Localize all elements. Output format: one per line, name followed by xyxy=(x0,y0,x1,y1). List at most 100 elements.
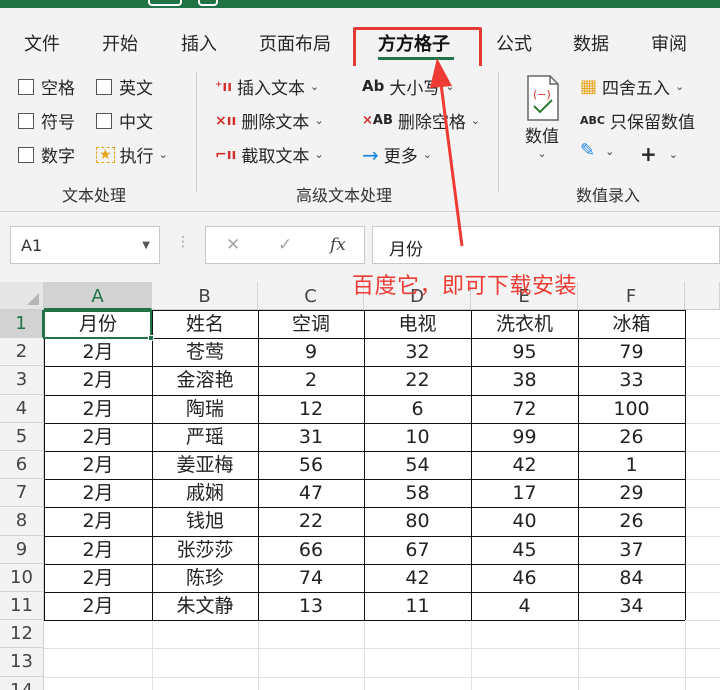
tab-data[interactable]: 数据 xyxy=(573,30,609,56)
add-button[interactable]: + ⌄ xyxy=(640,142,678,166)
row-header-5[interactable]: 5 xyxy=(0,422,44,451)
table-cell[interactable]: 66 xyxy=(258,536,364,564)
table-cell[interactable]: 26 xyxy=(578,423,685,451)
more-button[interactable]: → 更多 ⌄ xyxy=(362,142,432,168)
header-cell[interactable]: 冰箱 xyxy=(578,310,685,338)
table-cell[interactable]: 31 xyxy=(258,423,364,451)
keep-numbers-button[interactable]: ABC 只保留数值 xyxy=(580,108,695,133)
table-cell[interactable]: 2月 xyxy=(44,366,152,394)
table-cell[interactable]: 42 xyxy=(364,564,471,592)
table-cell[interactable]: 陈珍 xyxy=(152,564,258,592)
row-header-14[interactable]: 14 xyxy=(0,676,44,690)
cancel-icon[interactable]: ✕ xyxy=(226,235,240,255)
table-cell[interactable]: 9 xyxy=(258,338,364,366)
table-cell[interactable]: 12 xyxy=(258,395,364,423)
table-cell[interactable]: 1 xyxy=(578,451,685,479)
table-cell[interactable]: 56 xyxy=(258,451,364,479)
row-header-2[interactable]: 2 xyxy=(0,338,44,367)
delete-space-button[interactable]: ×AB 删除空格 ⌄ xyxy=(362,108,480,133)
table-cell[interactable]: 2 xyxy=(258,366,364,394)
table-cell[interactable]: 22 xyxy=(258,507,364,535)
table-cell[interactable]: 2月 xyxy=(44,451,152,479)
row-header-7[interactable]: 7 xyxy=(0,479,44,508)
row-header-12[interactable]: 12 xyxy=(0,620,44,649)
formula-input[interactable]: 月份 xyxy=(372,226,720,264)
checkbox-number[interactable]: 数字 xyxy=(18,142,75,167)
table-cell[interactable]: 80 xyxy=(364,507,471,535)
row-header-6[interactable]: 6 xyxy=(0,451,44,480)
table-cell[interactable]: 姜亚梅 xyxy=(152,451,258,479)
table-cell[interactable]: 戚娴 xyxy=(152,479,258,507)
header-cell[interactable]: 空调 xyxy=(258,310,364,338)
table-cell[interactable]: 4 xyxy=(471,592,578,620)
table-cell[interactable]: 58 xyxy=(364,479,471,507)
table-cell[interactable]: 2月 xyxy=(44,338,152,366)
row-header-10[interactable]: 10 xyxy=(0,563,44,592)
table-cell[interactable]: 严瑶 xyxy=(152,423,258,451)
tab-insert[interactable]: 插入 xyxy=(181,30,217,56)
round-button[interactable]: ▦ 四舍五入 ⌄ xyxy=(580,74,684,99)
fill-handle[interactable] xyxy=(148,335,154,341)
table-cell[interactable]: 2月 xyxy=(44,592,152,620)
delete-text-button[interactable]: ×ıı 删除文本 ⌄ xyxy=(215,108,324,133)
table-cell[interactable]: 84 xyxy=(578,564,685,592)
table-cell[interactable]: 2月 xyxy=(44,507,152,535)
save-icon[interactable] xyxy=(198,0,218,6)
name-box[interactable]: A1 ▼ xyxy=(10,226,160,264)
table-cell[interactable]: 100 xyxy=(578,395,685,423)
select-all-corner[interactable] xyxy=(0,282,44,310)
row-header-13[interactable]: 13 xyxy=(0,648,44,677)
table-cell[interactable]: 6 xyxy=(364,395,471,423)
table-cell[interactable]: 42 xyxy=(471,451,578,479)
case-button[interactable]: Ab 大小写 ⌄ xyxy=(362,74,455,100)
tab-review[interactable]: 审阅 xyxy=(651,30,687,56)
row-header-3[interactable]: 3 xyxy=(0,366,44,395)
number-button[interactable]: (−) 数值 ⌄ xyxy=(522,74,562,160)
checkbox-english[interactable]: 英文 xyxy=(96,74,153,99)
checkbox-symbol[interactable]: 符号 xyxy=(18,108,75,133)
row-header-1[interactable]: 1 xyxy=(0,310,44,339)
tab-home[interactable]: 开始 xyxy=(102,30,138,56)
column-header-empty[interactable] xyxy=(685,282,720,310)
table-cell[interactable]: 26 xyxy=(578,507,685,535)
fill-button[interactable]: ✎ ⌄ xyxy=(580,142,614,160)
table-cell[interactable]: 2月 xyxy=(44,423,152,451)
table-cell[interactable]: 95 xyxy=(471,338,578,366)
header-cell[interactable]: 电视 xyxy=(364,310,471,338)
chevron-down-icon[interactable]: ▼ xyxy=(142,240,150,251)
table-cell[interactable]: 40 xyxy=(471,507,578,535)
table-cell[interactable]: 33 xyxy=(578,366,685,394)
table-cell[interactable]: 13 xyxy=(258,592,364,620)
table-cell[interactable]: 22 xyxy=(364,366,471,394)
column-header-f[interactable]: F xyxy=(578,282,685,310)
table-cell[interactable]: 2月 xyxy=(44,564,152,592)
insert-text-button[interactable]: ⁺ıı 插入文本 ⌄ xyxy=(215,74,319,99)
table-cell[interactable]: 2月 xyxy=(44,395,152,423)
table-cell[interactable]: 74 xyxy=(258,564,364,592)
table-cell[interactable]: 10 xyxy=(364,423,471,451)
table-cell[interactable]: 34 xyxy=(578,592,685,620)
header-cell[interactable]: 姓名 xyxy=(152,310,258,338)
extract-text-button[interactable]: ⌐ıı 截取文本 ⌄ xyxy=(215,142,324,167)
table-cell[interactable]: 朱文静 xyxy=(152,592,258,620)
table-cell[interactable]: 46 xyxy=(471,564,578,592)
table-cell[interactable]: 17 xyxy=(471,479,578,507)
checkbox-chinese[interactable]: 中文 xyxy=(96,108,153,133)
tab-formulas[interactable]: 公式 xyxy=(496,30,532,56)
tab-file[interactable]: 文件 xyxy=(24,30,60,56)
table-cell[interactable]: 79 xyxy=(578,338,685,366)
table-cell[interactable]: 钱旭 xyxy=(152,507,258,535)
table-cell[interactable]: 45 xyxy=(471,536,578,564)
table-cell[interactable]: 72 xyxy=(471,395,578,423)
table-cell[interactable]: 54 xyxy=(364,451,471,479)
table-cell[interactable]: 32 xyxy=(364,338,471,366)
table-cell[interactable]: 38 xyxy=(471,366,578,394)
row-header-4[interactable]: 4 xyxy=(0,394,44,423)
insert-function-icon[interactable]: fx xyxy=(330,235,346,255)
table-cell[interactable]: 67 xyxy=(364,536,471,564)
execute-button[interactable]: ★ 执行 ⌄ xyxy=(96,142,168,167)
table-cell[interactable]: 99 xyxy=(471,423,578,451)
row-header-9[interactable]: 9 xyxy=(0,535,44,564)
table-cell[interactable]: 11 xyxy=(364,592,471,620)
table-cell[interactable]: 47 xyxy=(258,479,364,507)
